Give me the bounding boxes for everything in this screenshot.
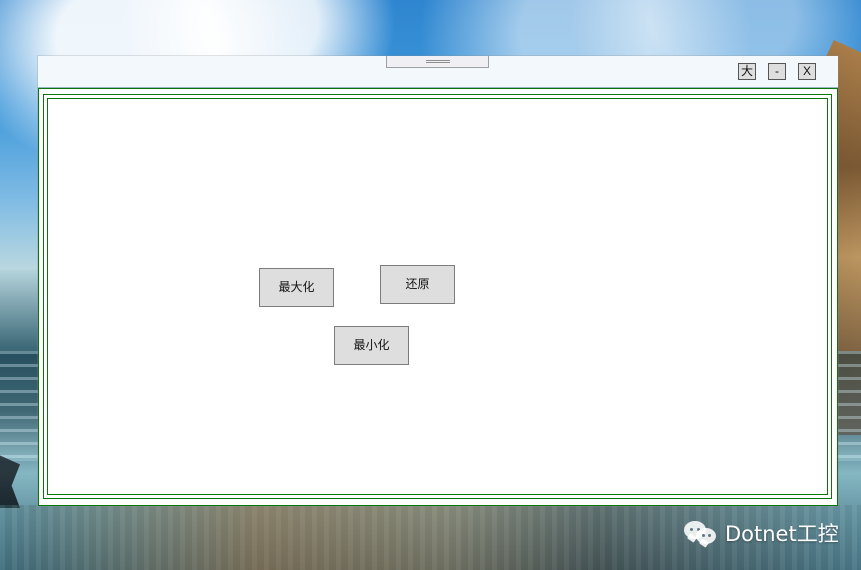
watermark-text: Dotnet工控 xyxy=(725,522,839,546)
desktop-background: 大 - X 最大化 还原 最小化 Dotnet工控 xyxy=(0,0,861,570)
grip-lines-icon xyxy=(426,60,450,63)
watermark: Dotnet工控 xyxy=(683,517,839,549)
titlebar-minimize-button[interactable]: - xyxy=(768,63,786,80)
restore-button[interactable]: 还原 xyxy=(380,265,455,304)
window-content-area: 最大化 还原 最小化 xyxy=(38,88,838,506)
drag-handle[interactable] xyxy=(386,56,489,68)
minimize-button[interactable]: 最小化 xyxy=(334,326,409,365)
wechat-bubble-small xyxy=(696,528,716,544)
bubble-dot xyxy=(708,534,711,537)
titlebar-maximize-button[interactable]: 大 xyxy=(738,63,756,80)
titlebar-close-button[interactable]: X xyxy=(798,63,816,80)
bubble-dot xyxy=(690,528,693,531)
window-titlebar[interactable]: 大 - X xyxy=(38,56,838,88)
application-window: 大 - X 最大化 还原 最小化 xyxy=(38,56,838,506)
wechat-icon xyxy=(683,519,719,547)
maximize-button[interactable]: 最大化 xyxy=(259,268,334,307)
bubble-dot xyxy=(702,534,705,537)
